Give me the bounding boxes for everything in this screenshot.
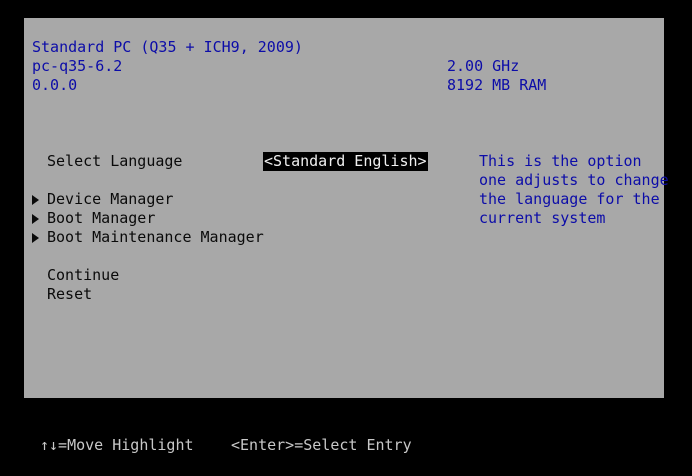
help-text-line: the language for the	[479, 190, 660, 208]
setup-panel: Standard PC (Q35 + ICH9, 2009) pc-q35-6.…	[24, 18, 669, 398]
submenu-arrow-icon	[32, 195, 39, 205]
memory-size: 8192 MB RAM	[447, 76, 547, 94]
firmware-version: 0.0.0	[32, 76, 78, 94]
select-entry-hint: <Enter>=Select Entry	[231, 436, 412, 454]
menu-item-label: Boot Maintenance Manager	[47, 228, 264, 246]
move-highlight-hint: ↑↓=Move Highlight	[40, 436, 194, 454]
machine-type: pc-q35-6.2	[32, 57, 123, 75]
language-selector[interactable]: <Standard English>	[263, 152, 428, 171]
machine-name: Standard PC (Q35 + ICH9, 2009)	[32, 38, 303, 56]
menu-item-label: Boot Manager	[47, 209, 156, 227]
submenu-arrow-icon	[32, 233, 39, 243]
help-text-line: This is the option	[479, 152, 642, 170]
select-language-label: Select Language	[47, 152, 183, 170]
submenu-arrow-icon	[32, 214, 39, 224]
menu-item-label: Device Manager	[47, 190, 174, 208]
menu-item-continue[interactable]: Continue	[47, 266, 119, 285]
help-text-line: one adjusts to change	[479, 171, 669, 189]
menu-item-reset[interactable]: Reset	[47, 285, 92, 304]
cpu-speed: 2.00 GHz	[447, 57, 520, 75]
help-text-line: current system	[479, 209, 606, 227]
